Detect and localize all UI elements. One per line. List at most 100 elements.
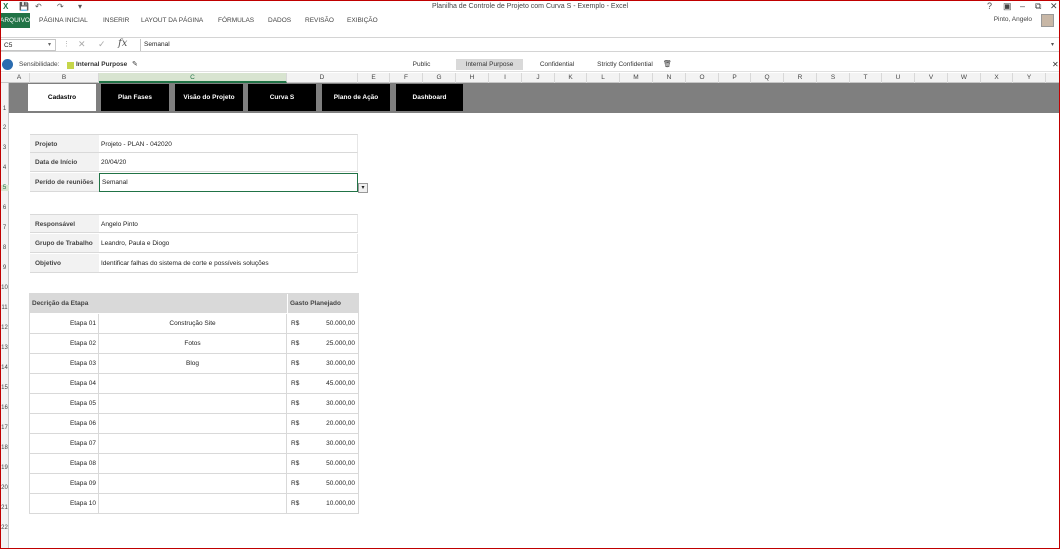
table-row[interactable]: Etapa 02 Fotos R$ 25.000,00 <box>30 334 358 354</box>
row-header[interactable]: 13 <box>0 345 9 351</box>
formula-input[interactable]: Semanal <box>140 39 1060 51</box>
column-header[interactable]: K <box>555 73 587 83</box>
tab-arquivo[interactable]: ARQUIVO <box>0 13 30 28</box>
name-box-dropdown-icon[interactable]: ▾ <box>48 41 51 48</box>
column-header[interactable]: B <box>30 73 99 83</box>
column-header[interactable]: Y <box>1013 73 1046 83</box>
row-header[interactable]: 11 <box>0 305 9 311</box>
column-header[interactable]: M <box>620 73 653 83</box>
row-header[interactable]: 2 <box>0 125 9 131</box>
table-row[interactable]: Etapa 07 R$ 30.000,00 <box>30 434 358 454</box>
cancel-entry-icon[interactable]: ✕ <box>78 39 86 50</box>
column-header[interactable]: D <box>287 73 358 83</box>
column-header[interactable]: X <box>981 73 1013 83</box>
stage-cost: 30.000,00 <box>326 360 355 367</box>
column-header[interactable]: R <box>784 73 817 83</box>
row-header[interactable]: 8 <box>0 245 9 251</box>
row-header[interactable]: 20 <box>0 485 9 491</box>
table-row[interactable]: Etapa 08 R$ 50.000,00 <box>30 454 358 474</box>
tab-revisao[interactable]: REVISÃO <box>305 17 334 24</box>
column-header[interactable]: N <box>653 73 686 83</box>
grupo-value[interactable]: Leandro, Paula e Diogo <box>99 234 358 253</box>
sensitivity-internal-button[interactable]: Internal Purpose <box>456 59 523 70</box>
column-header[interactable]: G <box>423 73 456 83</box>
column-header[interactable]: C <box>99 73 287 83</box>
nav-curva-s-button[interactable]: Curva S <box>248 84 316 111</box>
help-icon[interactable]: ? <box>987 1 992 11</box>
row-header[interactable]: 10 <box>0 285 9 291</box>
tab-pagina-inicial[interactable]: PÁGINA INICIAL <box>39 17 88 24</box>
nav-visao-projeto-button[interactable]: Visão do Projeto <box>175 84 243 111</box>
column-header[interactable]: P <box>719 73 751 83</box>
tab-inserir[interactable]: INSERIR <box>103 17 129 24</box>
row-header[interactable]: 17 <box>0 425 9 431</box>
row-header[interactable]: 18 <box>0 445 9 451</box>
tab-exibicao[interactable]: EXIBIÇÃO <box>347 17 378 24</box>
column-header[interactable]: W <box>948 73 981 83</box>
row-header[interactable]: 12 <box>0 325 9 331</box>
expand-formula-icon[interactable]: ▾ <box>1051 41 1054 48</box>
nav-dashboard-button[interactable]: Dashboard <box>396 84 463 111</box>
tab-layout[interactable]: LAYOUT DA PÁGINA <box>141 17 203 24</box>
row-header[interactable]: 4 <box>0 165 9 171</box>
row-header[interactable]: 9 <box>0 265 9 271</box>
nav-plano-acao-button[interactable]: Plano de Ação <box>322 84 390 111</box>
close-sensitivity-icon[interactable]: ✕ <box>1052 60 1059 69</box>
tab-dados[interactable]: DADOS <box>268 17 291 24</box>
sensitivity-strictly-button[interactable]: Strictly Confidential <box>591 59 659 70</box>
column-header[interactable]: J <box>522 73 555 83</box>
column-header[interactable]: V <box>915 73 948 83</box>
row-header[interactable]: 19 <box>0 465 9 471</box>
row-header[interactable]: 6 <box>0 205 9 211</box>
column-header[interactable]: F <box>390 73 423 83</box>
table-row[interactable]: Etapa 09 R$ 50.000,00 <box>30 474 358 494</box>
column-header[interactable]: U <box>882 73 915 83</box>
table-row[interactable]: Etapa 05 R$ 30.000,00 <box>30 394 358 414</box>
row-header[interactable]: 22 <box>0 525 9 531</box>
minimize-icon[interactable]: – <box>1020 1 1025 11</box>
nav-cadastro-button[interactable]: Cadastro <box>28 84 96 111</box>
tab-formulas[interactable]: FÓRMULAS <box>218 17 254 24</box>
close-icon[interactable]: ✕ <box>1050 1 1058 12</box>
row-header[interactable]: 7 <box>0 225 9 231</box>
column-header[interactable]: T <box>850 73 882 83</box>
column-header[interactable]: E <box>358 73 390 83</box>
table-row[interactable]: Etapa 10 R$ 10.000,00 <box>30 494 358 514</box>
ribbon-display-icon[interactable]: ▣ <box>1003 1 1012 12</box>
row-header[interactable]: 5 <box>0 185 9 191</box>
row-header[interactable]: 15 <box>0 385 9 391</box>
edit-sensitivity-icon[interactable]: ✎ <box>132 60 138 68</box>
row-header[interactable]: 16 <box>0 405 9 411</box>
insert-function-icon[interactable]: fx <box>118 38 127 49</box>
user-name[interactable]: Pinto, Angelo <box>994 16 1032 23</box>
formula-options-icon[interactable]: ⋮ <box>63 40 70 48</box>
periodo-select[interactable]: Semanal <box>99 173 358 192</box>
confirm-entry-icon[interactable]: ✓ <box>98 39 106 50</box>
row-header[interactable]: 21 <box>0 505 9 511</box>
restore-icon[interactable]: ⧉ <box>1035 1 1041 12</box>
table-row[interactable]: Etapa 03 Blog R$ 30.000,00 <box>30 354 358 374</box>
column-header[interactable]: L <box>587 73 620 83</box>
avatar[interactable] <box>1041 14 1054 27</box>
column-header[interactable]: I <box>489 73 522 83</box>
table-row[interactable]: Etapa 01 Construção Site R$ 50.000,00 <box>30 314 358 334</box>
column-header[interactable]: Q <box>751 73 784 83</box>
sensitivity-public-button[interactable]: Public <box>389 59 454 70</box>
projeto-value[interactable]: Projeto - PLAN - 042020 <box>99 134 358 153</box>
objetivo-value[interactable]: Identificar falhas do sistema de corte e… <box>99 254 358 273</box>
column-header[interactable]: O <box>686 73 719 83</box>
row-header[interactable]: 3 <box>0 145 9 151</box>
nav-plan-fases-button[interactable]: Plan Fases <box>101 84 169 111</box>
row-header[interactable]: 14 <box>0 365 9 371</box>
table-row[interactable]: Etapa 06 R$ 20.000,00 <box>30 414 358 434</box>
row-header[interactable]: 1 <box>0 106 9 112</box>
sensitivity-confidential-button[interactable]: Confidential <box>525 59 589 70</box>
column-header[interactable]: A <box>9 73 30 83</box>
column-header[interactable]: H <box>456 73 489 83</box>
column-header[interactable]: S <box>817 73 850 83</box>
trash-icon[interactable]: 🗑 <box>663 60 672 68</box>
responsavel-value[interactable]: Angelo Pinto <box>99 214 358 233</box>
data-inicio-value[interactable]: 20/04/20 <box>99 153 358 172</box>
table-row[interactable]: Etapa 04 R$ 45.000,00 <box>30 374 358 394</box>
periodo-dropdown-icon[interactable]: ▾ <box>358 183 368 193</box>
